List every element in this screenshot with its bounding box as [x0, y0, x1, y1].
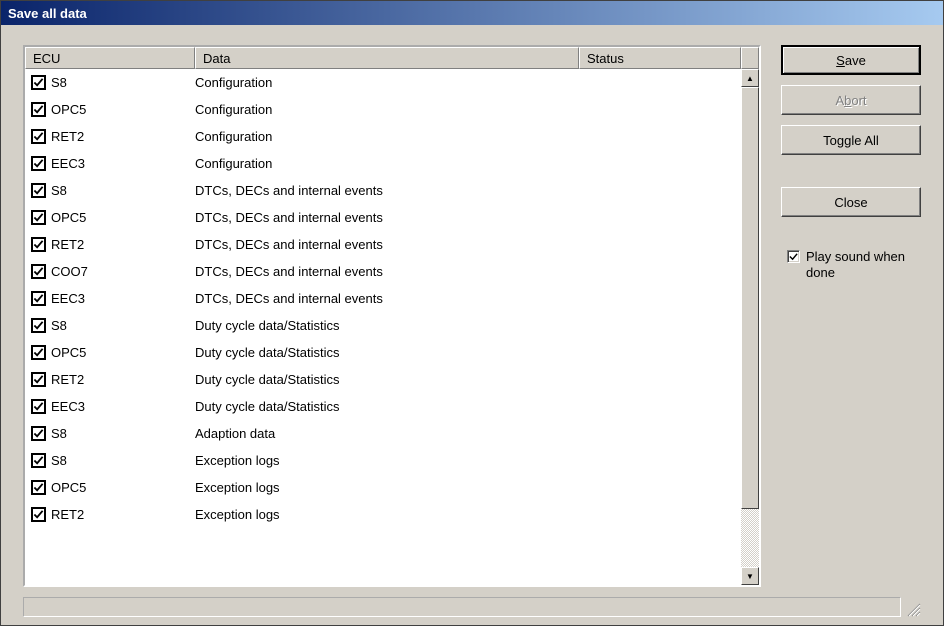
table-row[interactable]: COO7 DTCs, DECs and internal events	[25, 258, 741, 285]
table-row[interactable]: OPC5 Duty cycle data/Statistics	[25, 339, 741, 366]
table-row[interactable]: OPC5 Configuration	[25, 96, 741, 123]
data-list: ECU Data Status S8 Configuration OPC5 Confi…	[23, 45, 761, 587]
table-row[interactable]: EEC3 Configuration	[25, 150, 741, 177]
row-checkbox[interactable]	[31, 210, 46, 225]
ecu-value: S8	[51, 75, 67, 90]
data-value: DTCs, DECs and internal events	[195, 291, 579, 306]
scroll-thumb[interactable]	[741, 87, 759, 509]
ecu-value: RET2	[51, 372, 84, 387]
save-all-data-window: Save all data ECU Data Status S8 Configur…	[0, 0, 944, 626]
vertical-scrollbar[interactable]: ▲ ▼	[741, 69, 759, 585]
data-value: Duty cycle data/Statistics	[195, 318, 579, 333]
table-row[interactable]: S8 Adaption data	[25, 420, 741, 447]
column-header-ecu[interactable]: ECU	[25, 47, 195, 69]
row-checkbox[interactable]	[31, 480, 46, 495]
resize-grip-icon[interactable]	[905, 601, 921, 617]
list-header: ECU Data Status	[25, 47, 759, 69]
row-checkbox[interactable]	[31, 156, 46, 171]
scroll-up-button[interactable]: ▲	[741, 69, 759, 87]
play-sound-label: Play sound when done	[806, 249, 921, 281]
row-checkbox[interactable]	[31, 507, 46, 522]
ecu-value: EEC3	[51, 156, 85, 171]
table-row[interactable]: RET2 Exception logs	[25, 501, 741, 528]
play-sound-option[interactable]: Play sound when done	[781, 249, 921, 281]
list-body: S8 Configuration OPC5 Configuration RET2 Conf…	[25, 69, 741, 585]
status-bar	[23, 597, 901, 617]
table-row[interactable]: EEC3 DTCs, DECs and internal events	[25, 285, 741, 312]
ecu-value: S8	[51, 426, 67, 441]
table-row[interactable]: RET2 Duty cycle data/Statistics	[25, 366, 741, 393]
table-row[interactable]: S8 DTCs, DECs and internal events	[25, 177, 741, 204]
content-area: ECU Data Status S8 Configuration OPC5 Confi…	[1, 25, 943, 625]
column-header-spacer	[741, 47, 759, 69]
table-row[interactable]: OPC5 DTCs, DECs and internal events	[25, 204, 741, 231]
data-value: Duty cycle data/Statistics	[195, 372, 579, 387]
row-checkbox[interactable]	[31, 399, 46, 414]
ecu-value: S8	[51, 183, 67, 198]
data-value: Duty cycle data/Statistics	[195, 399, 579, 414]
row-checkbox[interactable]	[31, 291, 46, 306]
data-value: Configuration	[195, 129, 579, 144]
data-value: DTCs, DECs and internal events	[195, 210, 579, 225]
data-value: Configuration	[195, 75, 579, 90]
data-value: Exception logs	[195, 480, 579, 495]
play-sound-checkbox[interactable]	[787, 250, 800, 263]
table-row[interactable]: S8 Duty cycle data/Statistics	[25, 312, 741, 339]
ecu-value: OPC5	[51, 345, 86, 360]
save-button[interactable]: Save	[781, 45, 921, 75]
ecu-value: COO7	[51, 264, 88, 279]
ecu-value: RET2	[51, 129, 84, 144]
row-checkbox[interactable]	[31, 237, 46, 252]
row-checkbox[interactable]	[31, 372, 46, 387]
scroll-down-button[interactable]: ▼	[741, 567, 759, 585]
data-value: DTCs, DECs and internal events	[195, 183, 579, 198]
table-row[interactable]: EEC3 Duty cycle data/Statistics	[25, 393, 741, 420]
ecu-value: OPC5	[51, 102, 86, 117]
data-value: Duty cycle data/Statistics	[195, 345, 579, 360]
row-checkbox[interactable]	[31, 426, 46, 441]
data-value: Exception logs	[195, 507, 579, 522]
ecu-value: EEC3	[51, 291, 85, 306]
ecu-value: EEC3	[51, 399, 85, 414]
row-checkbox[interactable]	[31, 129, 46, 144]
row-checkbox[interactable]	[31, 345, 46, 360]
table-row[interactable]: RET2 Configuration	[25, 123, 741, 150]
row-checkbox[interactable]	[31, 75, 46, 90]
column-header-data[interactable]: Data	[195, 47, 579, 69]
data-value: Configuration	[195, 102, 579, 117]
ecu-value: OPC5	[51, 480, 86, 495]
save-hotkey: S	[836, 53, 845, 68]
data-value: Adaption data	[195, 426, 579, 441]
close-button[interactable]: Close	[781, 187, 921, 217]
row-checkbox[interactable]	[31, 264, 46, 279]
window-title: Save all data	[8, 6, 87, 21]
table-row[interactable]: RET2 DTCs, DECs and internal events	[25, 231, 741, 258]
row-checkbox[interactable]	[31, 183, 46, 198]
table-row[interactable]: S8 Exception logs	[25, 447, 741, 474]
ecu-value: RET2	[51, 507, 84, 522]
row-checkbox[interactable]	[31, 102, 46, 117]
row-checkbox[interactable]	[31, 453, 46, 468]
data-value: Exception logs	[195, 453, 579, 468]
ecu-value: S8	[51, 453, 67, 468]
ecu-value: OPC5	[51, 210, 86, 225]
table-row[interactable]: OPC5 Exception logs	[25, 474, 741, 501]
data-value: DTCs, DECs and internal events	[195, 237, 579, 252]
ecu-value: S8	[51, 318, 67, 333]
ecu-value: RET2	[51, 237, 84, 252]
data-value: Configuration	[195, 156, 579, 171]
toggle-all-button[interactable]: Toggle All	[781, 125, 921, 155]
table-row[interactable]: S8 Configuration	[25, 69, 741, 96]
data-value: DTCs, DECs and internal events	[195, 264, 579, 279]
scroll-track[interactable]	[741, 87, 759, 567]
column-header-status[interactable]: Status	[579, 47, 741, 69]
title-bar[interactable]: Save all data	[1, 1, 943, 25]
main-row: ECU Data Status S8 Configuration OPC5 Confi…	[23, 45, 921, 587]
abort-button: Abort	[781, 85, 921, 115]
row-checkbox[interactable]	[31, 318, 46, 333]
button-panel: Save Abort Toggle All Close Play sound w…	[781, 45, 921, 587]
